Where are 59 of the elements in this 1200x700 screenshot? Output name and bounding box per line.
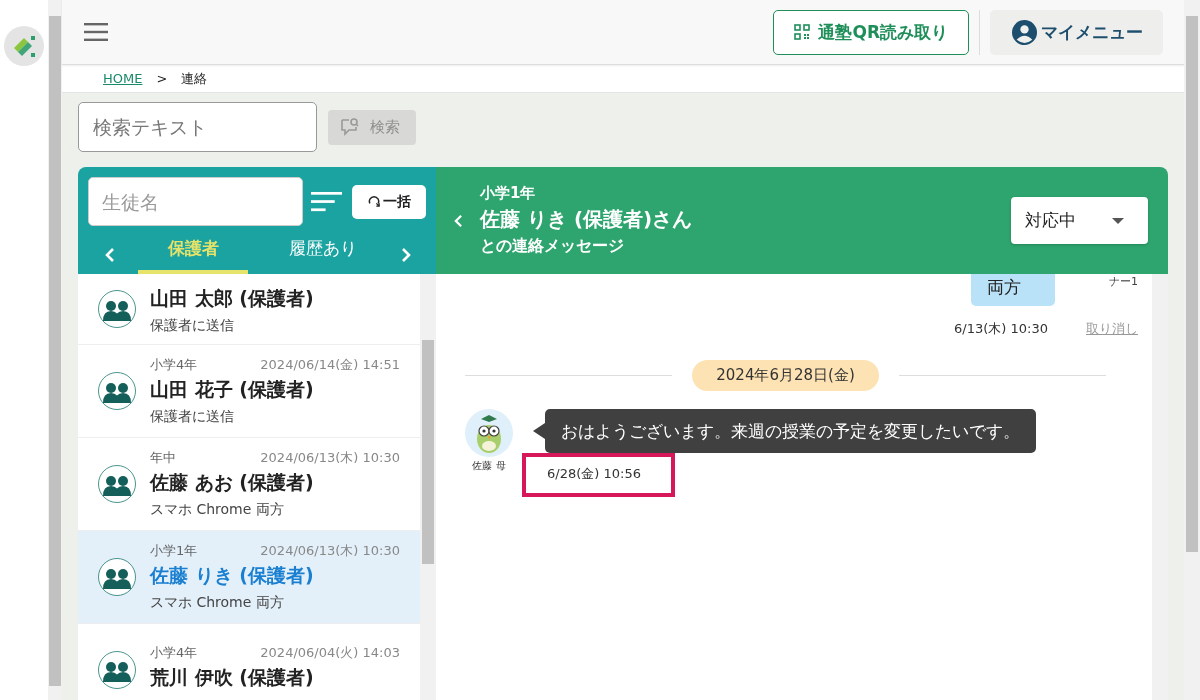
contact-name: 荒川 伊吹 (保護者): [150, 665, 315, 690]
contact-status: 保護者に送信: [150, 408, 235, 426]
date-label: 2024/06/04(火) 14:03: [260, 644, 400, 662]
scrollbar[interactable]: [1184, 0, 1200, 700]
chevron-left-icon[interactable]: [105, 247, 115, 263]
contact-list-item[interactable]: 小学1年 2024/06/13(木) 10:30 佐藤 りき (保護者) スマホ Chrome 両方: [78, 531, 420, 624]
sender-name: 佐藤 母: [472, 459, 506, 473]
grade-label: 小学4年: [150, 644, 198, 662]
menu-icon[interactable]: [84, 23, 108, 41]
user-icon: [1012, 19, 1037, 45]
date-chip: 2024年6月28日(金): [692, 360, 879, 391]
scrollbar[interactable]: [48, 0, 62, 700]
contact-name: 佐藤 あお (保護者): [150, 470, 315, 495]
chat-refresh-icon: [367, 195, 381, 208]
contact-status: スマホ Chrome 両方: [150, 594, 285, 612]
date-label: 2024/06/13(木) 10:30: [260, 542, 400, 560]
sent-message-bubble: 両方: [971, 274, 1055, 306]
status-dropdown[interactable]: 対応中: [1011, 197, 1148, 244]
student-name-field[interactable]: 生徒名: [88, 177, 303, 226]
grade-label: 年中: [150, 449, 176, 467]
grade-label: 小学1年: [150, 542, 198, 560]
conversation-title: 佐藤 りき (保護者)さん: [480, 206, 693, 233]
contact-name: 山田 花子 (保護者): [150, 377, 315, 402]
breadcrumb-current: 連絡: [181, 69, 208, 88]
logo-icon[interactable]: [4, 26, 44, 66]
message-time: 6/13(木) 10:30: [954, 320, 1048, 338]
back-icon[interactable]: [454, 213, 463, 228]
caret-icon: [1112, 217, 1124, 224]
grade-label: 小学4年: [150, 356, 198, 374]
scrollbar[interactable]: [1152, 274, 1168, 700]
search-bubble-icon: [340, 117, 360, 137]
scrollbar[interactable]: [420, 274, 436, 700]
read-label: ナー1: [1109, 274, 1138, 289]
chevron-right-icon[interactable]: [401, 247, 411, 263]
bulk-send-button[interactable]: 一括: [352, 184, 426, 219]
breadcrumb-link[interactable]: HOME: [103, 71, 143, 86]
contact-list-item[interactable]: 小学4年 2024/06/14(金) 14:51 山田 花子 (保護者) 保護者に送信: [78, 345, 420, 438]
qr-scan-button[interactable]: 通塾QR読み取り: [773, 9, 969, 55]
breadcrumb-separator: >: [156, 71, 168, 86]
contact-list-item[interactable]: 山田 太郎 (保護者) 保護者に送信: [78, 274, 420, 345]
conversation-subtitle: との連絡メッセージ: [480, 236, 625, 257]
people-icon: [98, 558, 136, 596]
contact-name: 山田 太郎 (保護者): [150, 286, 315, 311]
people-icon: [98, 372, 136, 410]
date-label: 2024/06/13(木) 10:30: [260, 449, 400, 467]
people-icon: [98, 465, 136, 503]
my-menu-button[interactable]: マイメニュー: [990, 9, 1163, 55]
qr-code-icon: [794, 24, 811, 40]
owl-avatar-icon: [465, 409, 513, 457]
sort-icon[interactable]: [311, 190, 342, 213]
people-icon: [98, 290, 136, 328]
grade-label: 小学1年: [480, 184, 537, 203]
date-label: 2024/06/14(金) 14:51: [260, 356, 400, 374]
people-icon: [98, 651, 136, 689]
contact-status: 保護者に送信: [150, 317, 235, 335]
contact-list-item[interactable]: 小学4年 2024/06/04(火) 14:03 荒川 伊吹 (保護者): [78, 624, 420, 700]
contact-name: 佐藤 りき (保護者): [150, 563, 315, 588]
contact-status: スマホ Chrome 両方: [150, 501, 285, 519]
message-time: 6/28(金) 10:56: [522, 453, 675, 497]
